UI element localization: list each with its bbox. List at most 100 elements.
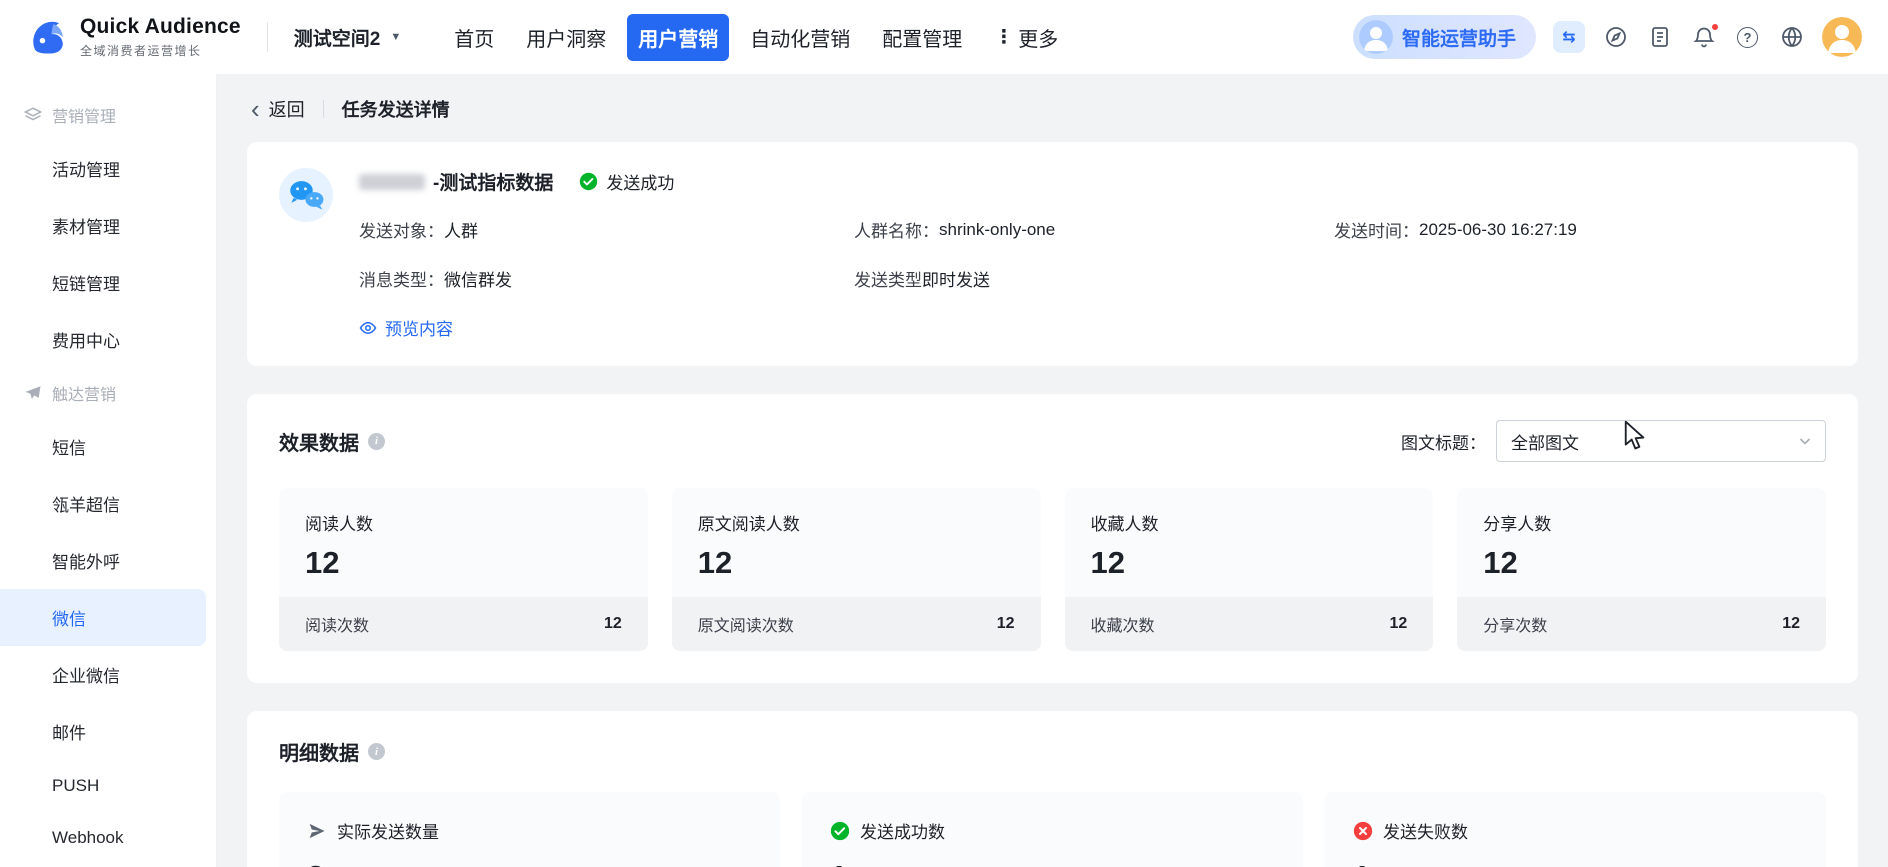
stat-sub-row: 阅读次数 12	[279, 597, 648, 651]
notification-dot	[1710, 21, 1720, 32]
assistant-button[interactable]: 智能运营助手	[1352, 15, 1536, 59]
nav-config-management[interactable]: 配置管理	[871, 14, 973, 61]
detail-stat-label: 发送成功数	[860, 823, 945, 842]
user-avatar[interactable]	[1822, 17, 1862, 57]
nav-user-marketing[interactable]: 用户营销	[627, 13, 730, 61]
detail-stat-value: 1	[830, 859, 1275, 867]
status-badge: 发送成功	[579, 169, 674, 194]
stat-sub-label: 分享次数	[1483, 618, 1548, 635]
detail-card-header: 明细数据 i	[279, 737, 1826, 766]
stat-card-read-users: 阅读人数 12 阅读次数 12	[279, 488, 648, 651]
app-title: Quick Audience	[80, 15, 241, 38]
sidebar-item-cost-center[interactable]: 费用中心	[0, 311, 216, 368]
stat-sub-row: 原文阅读次数 12	[671, 597, 1041, 651]
effect-title: 效果数据	[279, 432, 359, 455]
field-send-time: 发送时间： 2025-06-30 16:27:19	[1334, 217, 1826, 242]
field-label: 发送类型	[854, 271, 922, 290]
bell-icon[interactable]	[1690, 21, 1720, 51]
main-content: ‹ 返回 任务发送详情 -测试指标数据 发送成功 发送对象： 人群 人群名称： …	[217, 74, 1888, 867]
compass-icon[interactable]	[1602, 24, 1629, 51]
main-nav: 首页 用户洞察 用户营销 自动化营销 配置管理 ⋮ 更多	[443, 13, 1069, 61]
globe-icon[interactable]	[1778, 24, 1805, 51]
stat-top: 原文阅读人数 12	[672, 488, 1041, 597]
nav-user-insight[interactable]: 用户洞察	[515, 14, 617, 61]
stat-value: 12	[1090, 545, 1125, 580]
stat-card-favorite-users: 收藏人数 12 收藏次数 12	[1064, 488, 1434, 651]
sidebar-item-wechat[interactable]: 微信	[0, 589, 206, 646]
paper-plane-icon	[24, 384, 42, 402]
sidebar-item-lingyang-message[interactable]: 瓴羊超信	[0, 475, 216, 532]
sidebar-item-webhook[interactable]: Webhook	[0, 812, 216, 864]
assistant-label: 智能运营助手	[1401, 28, 1516, 50]
section-title-label: 营销管理	[52, 109, 117, 126]
sidebar-item-sms[interactable]: 短信	[0, 418, 216, 475]
task-fields: 发送对象： 人群 人群名称： shrink-only-one 发送时间： 202…	[359, 217, 1826, 291]
breadcrumb-divider	[322, 100, 324, 118]
stat-sub-label: 原文阅读次数	[697, 618, 794, 635]
field-send-type: 发送类型 即时发送	[854, 266, 1334, 291]
nav-automation-marketing[interactable]: 自动化营销	[739, 14, 861, 61]
info-glyph: i	[374, 745, 379, 758]
question-glyph: ?	[1737, 26, 1758, 48]
effect-stats-row: 阅读人数 12 阅读次数 12 原文阅读人数 12 原文阅读次数 12 收藏人数…	[279, 488, 1826, 651]
sidebar-item-enterprise-wechat[interactable]: 企业微信	[0, 646, 216, 703]
workspace-name: 测试空间2	[293, 28, 381, 50]
field-value: shrink-only-one	[939, 219, 1056, 239]
sidebar-item-shortlink-management[interactable]: 短链管理	[0, 254, 216, 311]
section-title-reach: 触达营销	[0, 368, 216, 418]
task-summary-card: -测试指标数据 发送成功 发送对象： 人群 人群名称： shrink-only-…	[247, 142, 1858, 366]
detail-stat-send-failed: 发送失败数 1	[1325, 792, 1826, 867]
task-title: -测试指标数据	[433, 173, 554, 194]
info-glyph: i	[374, 435, 379, 447]
stat-sub-row: 收藏次数 12	[1064, 597, 1434, 651]
sidebar: 营销管理 活动管理 素材管理 短链管理 费用中心 触达营销 短信 瓴羊超信 智能…	[0, 74, 217, 867]
field-value: 2025-06-30 16:27:19	[1419, 219, 1577, 239]
field-value: 人群	[444, 222, 478, 241]
page-title: 任务发送详情	[341, 100, 450, 120]
stat-card-original-read-users: 原文阅读人数 12 原文阅读次数 12	[671, 488, 1041, 651]
eye-icon	[359, 319, 377, 337]
detail-stat-header: 发送成功数	[830, 818, 1275, 843]
field-send-target: 发送对象： 人群	[359, 217, 854, 242]
sidebar-item-push[interactable]: PUSH	[0, 760, 216, 812]
app-logo-text: Quick Audience 全域消费者运营增长	[80, 15, 241, 59]
stat-sub-value: 12	[996, 615, 1015, 632]
field-crowd-name: 人群名称： shrink-only-one	[854, 217, 1334, 242]
sidebar-section-reach: 触达营销 短信 瓴羊超信 智能外呼 微信 企业微信 邮件 PUSH Webhoo…	[0, 368, 216, 864]
sidebar-item-activity-management[interactable]: 活动管理	[0, 140, 216, 197]
success-check-icon	[579, 172, 598, 191]
detail-stats-row: 实际发送数量 2 发送成功数 1 发送失败数	[279, 792, 1826, 867]
info-icon[interactable]: i	[368, 432, 385, 450]
detail-stat-label: 发送失败数	[1383, 823, 1468, 842]
sidebar-item-material-management[interactable]: 素材管理	[0, 197, 216, 254]
breadcrumb: ‹ 返回 任务发送详情	[247, 74, 1858, 142]
sidebar-item-email[interactable]: 邮件	[0, 703, 216, 760]
chevron-left-icon: ‹	[251, 94, 260, 124]
header-divider	[266, 22, 268, 52]
stat-sub-label: 收藏次数	[1090, 618, 1155, 635]
info-icon[interactable]: i	[368, 743, 385, 760]
detail-stat-value: 1	[1353, 859, 1798, 867]
sidebar-item-smart-outbound-call[interactable]: 智能外呼	[0, 532, 216, 589]
help-icon[interactable]: ?	[1734, 24, 1761, 51]
detail-data-card: 明细数据 i 实际发送数量 2 发送成功数	[247, 711, 1858, 867]
app-logo[interactable]: Quick Audience 全域消费者运营增长	[26, 15, 241, 59]
back-button[interactable]: ‹ 返回	[251, 96, 305, 122]
article-filter: 图文标题： 全部图文	[1401, 420, 1826, 462]
section-title-marketing: 营销管理	[0, 90, 216, 140]
success-icon	[830, 821, 850, 841]
workspace-selector[interactable]: 测试空间2 ▼	[294, 24, 401, 51]
article-title-select[interactable]: 全部图文	[1496, 420, 1826, 462]
field-label: 发送时间：	[1334, 222, 1419, 241]
preview-content-link[interactable]: 预览内容	[359, 315, 453, 340]
stat-label: 分享人数	[1483, 515, 1552, 534]
field-label: 人群名称：	[854, 222, 939, 241]
stat-top: 分享人数 12	[1457, 488, 1826, 597]
sidebar-section-marketing: 营销管理 活动管理 素材管理 短链管理 费用中心	[0, 90, 216, 368]
switch-icon[interactable]: ⇆	[1553, 21, 1585, 53]
task-body: -测试指标数据 发送成功 发送对象： 人群 人群名称： shrink-only-…	[359, 168, 1826, 340]
stat-label: 原文阅读人数	[697, 515, 800, 534]
document-icon[interactable]	[1646, 24, 1673, 51]
nav-more[interactable]: ⋮ 更多	[983, 14, 1069, 61]
nav-home[interactable]: 首页	[443, 14, 505, 61]
